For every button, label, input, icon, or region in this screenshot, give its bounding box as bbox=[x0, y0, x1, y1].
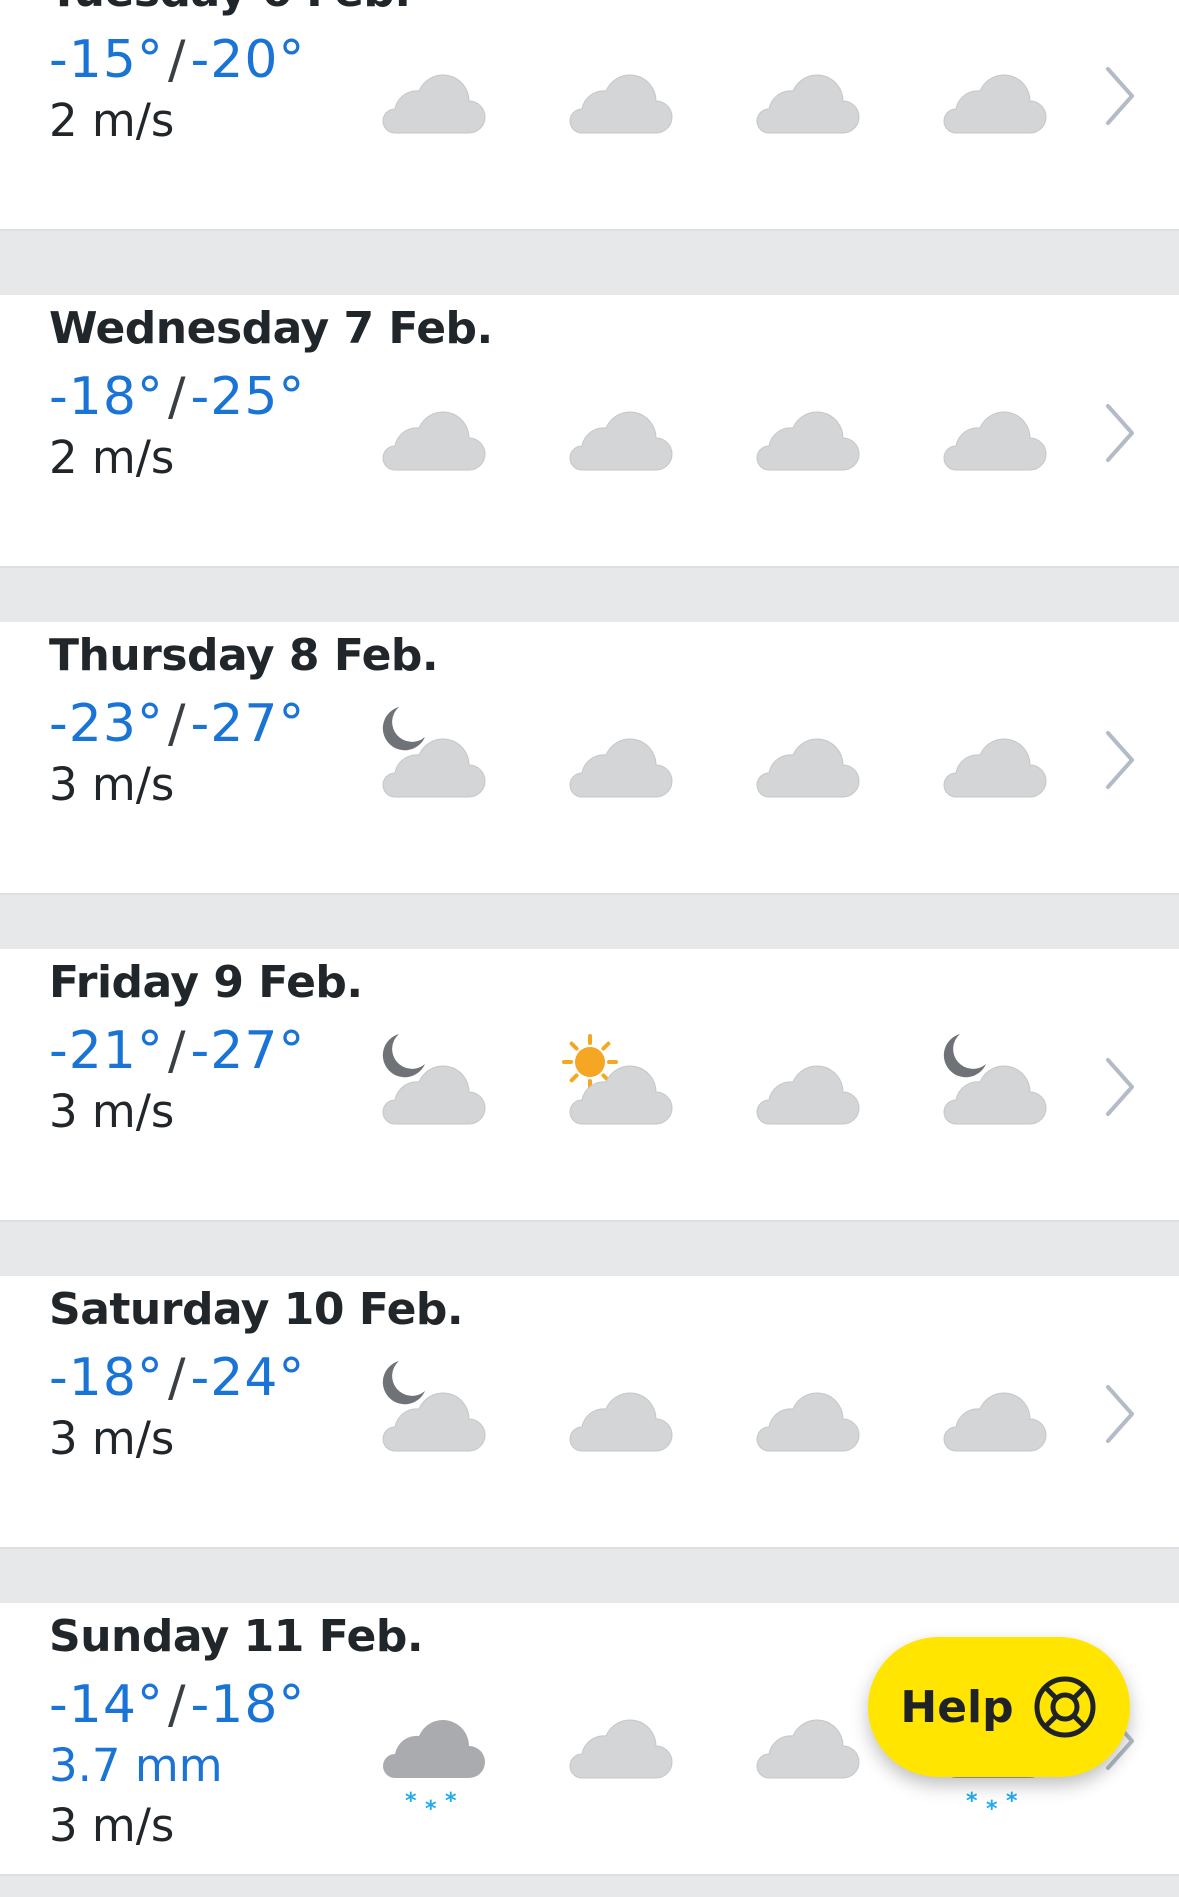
temp-separator: / bbox=[167, 694, 187, 754]
chevron-right-icon[interactable] bbox=[1100, 725, 1140, 795]
moon-cloud-icon bbox=[377, 1034, 487, 1134]
svg-text:*: * bbox=[445, 1789, 457, 1814]
temp-high: -18° bbox=[49, 367, 164, 427]
day-row[interactable]: Saturday 10 Feb. -18°/-24° 3 m/s bbox=[0, 1276, 1179, 1549]
temperature-range: -14°/-18° bbox=[49, 1675, 305, 1735]
temp-high: -14° bbox=[49, 1675, 164, 1735]
snow-cloud-icon: * * * bbox=[377, 1698, 487, 1822]
cloud-icon bbox=[377, 53, 487, 143]
precipitation: 3.7 mm bbox=[49, 1739, 223, 1792]
temp-high: -15° bbox=[49, 30, 164, 90]
sun-cloud-icon bbox=[562, 1034, 674, 1134]
lifebuoy-icon bbox=[1032, 1674, 1098, 1740]
temp-high: -18° bbox=[49, 1348, 164, 1408]
cloud-icon bbox=[938, 390, 1048, 480]
svg-text:*: * bbox=[986, 1797, 998, 1822]
cloud-icon bbox=[377, 390, 487, 480]
wind-speed: 3 m/s bbox=[49, 758, 175, 811]
wind-speed: 2 m/s bbox=[49, 94, 175, 147]
temp-high: -23° bbox=[49, 694, 164, 754]
temp-low: -27° bbox=[190, 1021, 306, 1081]
cloud-icon bbox=[938, 1371, 1048, 1461]
cloud-icon bbox=[564, 1698, 674, 1788]
cloud-icon bbox=[938, 53, 1048, 143]
svg-text:*: * bbox=[405, 1789, 417, 1814]
wind-speed: 3 m/s bbox=[49, 1412, 175, 1465]
temp-separator: / bbox=[167, 1021, 187, 1081]
cloud-icon bbox=[938, 717, 1048, 807]
cloud-icon bbox=[564, 717, 674, 807]
cloud-icon bbox=[564, 390, 674, 480]
wind-speed: 3 m/s bbox=[49, 1799, 175, 1852]
cloud-icon bbox=[751, 717, 861, 807]
temp-low: -25° bbox=[190, 367, 306, 427]
cloud-icon bbox=[751, 1044, 861, 1134]
day-label: Wednesday 7 Feb. bbox=[49, 303, 493, 354]
temp-low: -18° bbox=[190, 1675, 306, 1735]
help-button[interactable]: Help bbox=[868, 1637, 1130, 1777]
cloud-icon bbox=[564, 53, 674, 143]
chevron-right-icon[interactable] bbox=[1100, 61, 1140, 131]
day-label: Tuesday 6 Feb. bbox=[49, 0, 411, 17]
wind-speed: 3 m/s bbox=[49, 1085, 175, 1138]
temp-separator: / bbox=[167, 30, 187, 90]
moon-cloud-icon bbox=[938, 1034, 1048, 1134]
temperature-range: -21°/-27° bbox=[49, 1021, 305, 1081]
wind-speed: 2 m/s bbox=[49, 431, 175, 484]
temperature-range: -18°/-24° bbox=[49, 1348, 305, 1408]
cloud-icon bbox=[564, 1371, 674, 1461]
temp-separator: / bbox=[167, 1675, 187, 1735]
temperature-range: -15°/-20° bbox=[49, 30, 305, 90]
cloud-icon bbox=[751, 53, 861, 143]
chevron-right-icon[interactable] bbox=[1100, 1379, 1140, 1449]
cloud-icon bbox=[751, 1698, 861, 1788]
svg-text:*: * bbox=[966, 1789, 978, 1814]
cloud-icon bbox=[751, 390, 861, 480]
day-row[interactable]: Tuesday 6 Feb. -15°/-20° 2 m/s bbox=[0, 0, 1179, 231]
help-label: Help bbox=[900, 1681, 1014, 1733]
day-row[interactable]: Wednesday 7 Feb. -18°/-25° 2 m/s bbox=[0, 295, 1179, 568]
temperature-range: -23°/-27° bbox=[49, 694, 305, 754]
temp-low: -27° bbox=[190, 694, 306, 754]
cloud-icon bbox=[751, 1371, 861, 1461]
svg-text:*: * bbox=[1006, 1789, 1018, 1814]
day-row[interactable]: Thursday 8 Feb. -23°/-27° 3 m/s bbox=[0, 622, 1179, 895]
day-label: Friday 9 Feb. bbox=[49, 957, 363, 1008]
moon-cloud-icon bbox=[377, 707, 487, 807]
temp-separator: / bbox=[167, 367, 187, 427]
day-label: Thursday 8 Feb. bbox=[49, 630, 439, 681]
temp-low: -20° bbox=[190, 30, 306, 90]
temp-separator: / bbox=[167, 1348, 187, 1408]
chevron-right-icon[interactable] bbox=[1100, 398, 1140, 468]
chevron-right-icon[interactable] bbox=[1100, 1052, 1140, 1122]
day-label: Sunday 11 Feb. bbox=[49, 1611, 424, 1662]
moon-cloud-icon bbox=[377, 1361, 487, 1461]
day-row[interactable]: Friday 9 Feb. -21°/-27° 3 m/s bbox=[0, 949, 1179, 1222]
temperature-range: -18°/-25° bbox=[49, 367, 305, 427]
day-label: Saturday 10 Feb. bbox=[49, 1284, 464, 1335]
svg-text:*: * bbox=[425, 1797, 437, 1822]
temp-low: -24° bbox=[190, 1348, 306, 1408]
temp-high: -21° bbox=[49, 1021, 164, 1081]
